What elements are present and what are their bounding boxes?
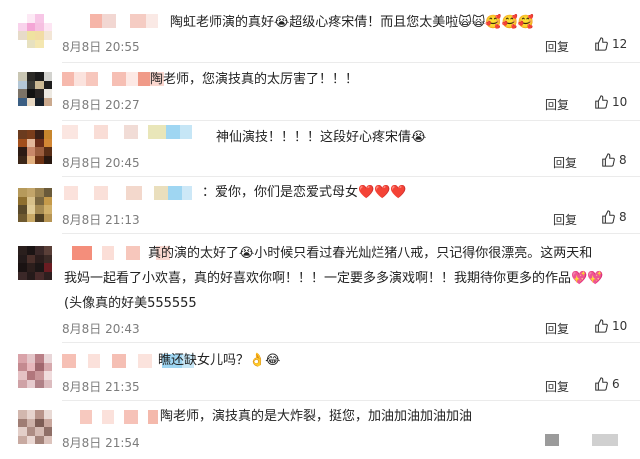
divider [62,233,640,234]
comment-text-line-1: 真的演的太好了😭小时候只看过春光灿烂猪八戒，只记得你很漂亮。这两天和 [148,246,593,261]
like-count: 10 [612,95,628,109]
username-mosaic[interactable] [62,125,192,139]
username-mosaic[interactable] [62,72,164,86]
like-button[interactable]: 12 [594,37,627,51]
comment-text-line-2: 我妈一起看了小欢喜，真的好喜欢你啊！！！一定要多多演戏啊！！我期待你更多的作品💖… [64,271,604,286]
like-count: 6 [612,377,620,391]
timestamp: 8月8日 21:13 [62,213,140,227]
divider [62,400,640,401]
like-button[interactable]: 8 [601,153,627,167]
timestamp: 8月8日 20:43 [62,322,140,336]
thumbs-up-icon [595,377,608,391]
like-button[interactable]: 8 [601,210,627,224]
like-button[interactable]: 10 [594,95,627,109]
avatar[interactable] [18,72,52,106]
username-mosaic[interactable] [80,410,158,424]
divider [62,342,640,343]
comment-text: 神仙演技！！！！这段好心疼宋倩😭 [216,130,427,145]
thumbs-up-icon [595,319,608,333]
timestamp: 8月8日 20:55 [62,40,140,54]
avatar[interactable] [18,410,52,444]
thumbs-up-icon [595,95,608,109]
reply-button[interactable]: 回复 [545,96,569,113]
avatar[interactable] [18,354,52,388]
comment-text: 陶老师，演技真的是大炸裂，挺您，加油加油加油加油 [160,409,473,424]
reply-button[interactable]: 回复 [553,211,577,228]
timestamp: 8月8日 21:54 [62,436,140,450]
avatar[interactable] [18,130,52,164]
avatar[interactable] [18,246,52,280]
timestamp: 8月8日 20:45 [62,156,140,170]
like-button[interactable]: 6 [594,377,620,391]
avatar[interactable] [18,188,52,222]
like-blur [592,434,618,446]
reply-button[interactable]: 回复 [545,38,569,55]
thumbs-up-icon [602,153,615,167]
divider [62,62,640,63]
thumbs-up-icon [595,37,608,51]
like-count: 10 [612,319,628,333]
comment-text: ：爱你，你们是恋爱式母女❤️❤️❤️ [202,185,407,200]
thumbs-up-icon [602,210,615,224]
divider [62,120,640,121]
like-count: 8 [619,153,627,167]
comment-text: 瞧还缺女儿吗？👌😂 [158,353,281,368]
reply-button[interactable]: 回复 [545,378,569,395]
timestamp: 8月8日 20:27 [62,98,140,112]
divider [62,176,640,177]
username-mosaic[interactable] [64,186,192,200]
reply-blur [545,434,559,446]
comment-text-line-3: (头像真的好美555555 [64,296,197,311]
like-count: 8 [619,210,627,224]
like-button[interactable]: 10 [594,319,627,333]
like-count: 12 [612,37,628,51]
username-mosaic[interactable] [90,14,158,28]
comment-text: 陶老师，您演技真的太厉害了！！！ [150,72,359,87]
reply-button[interactable]: 回复 [545,320,569,337]
reply-button[interactable]: 回复 [553,154,577,171]
comment-text: 陶虹老师演的真好😭超级心疼宋倩！而且您太美啦🙀🙀🥰🥰🥰 [170,15,534,30]
avatar[interactable] [18,14,52,48]
timestamp: 8月8日 21:35 [62,380,140,394]
